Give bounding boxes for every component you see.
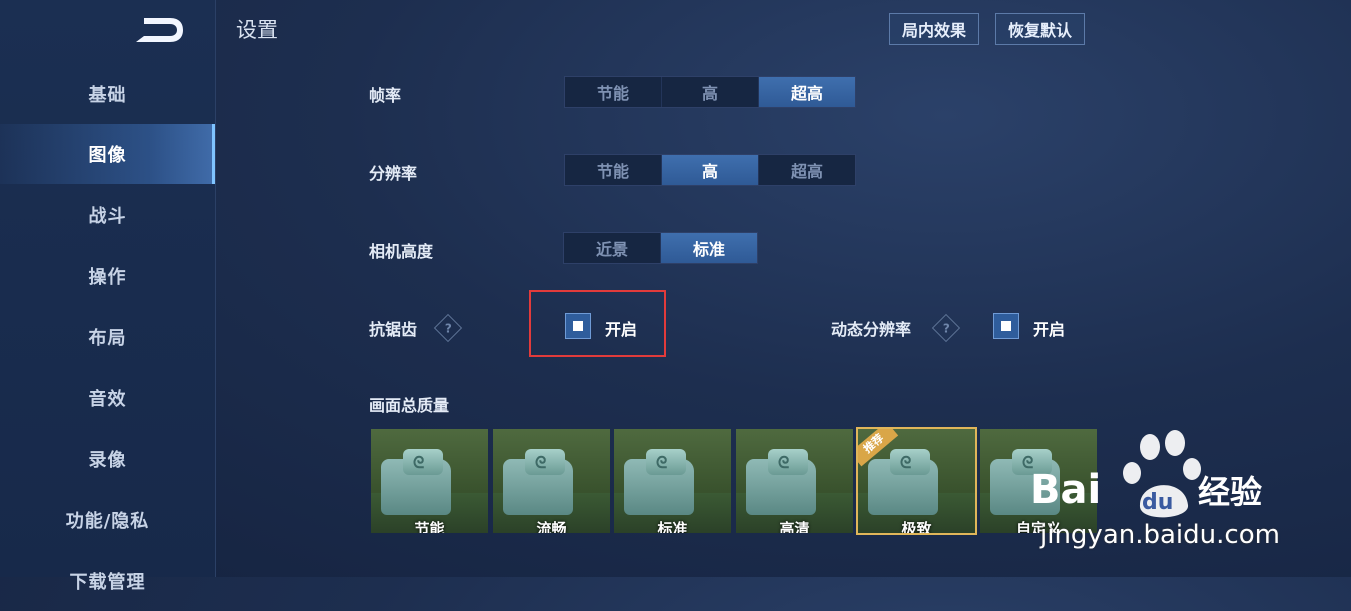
- checkmark-icon: [1001, 321, 1011, 331]
- frame-rate-option-power-saving[interactable]: 节能: [565, 77, 662, 107]
- dynamic-resolution-label: 动态分辨率: [831, 320, 912, 339]
- quality-preset-power-saving[interactable]: ᘓ 节能: [371, 429, 488, 533]
- sidebar: 基础 图像 战斗 操作 布局 音效 录像 功能/隐私 下载管理: [0, 0, 216, 593]
- resolution-option-high[interactable]: 高: [662, 155, 759, 185]
- anti-aliasing-help-icon[interactable]: ?: [433, 313, 463, 343]
- camera-height-option-standard[interactable]: 标准: [661, 233, 757, 263]
- camera-height-label: 相机高度: [369, 242, 434, 261]
- overall-quality-label: 画面总质量: [369, 396, 450, 415]
- sidebar-item-layout[interactable]: 布局: [0, 307, 215, 367]
- sidebar-item-graphics[interactable]: 图像: [0, 124, 215, 184]
- frame-rate-label: 帧率: [369, 86, 402, 105]
- sidebar-item-combat[interactable]: 战斗: [0, 185, 215, 245]
- restore-default-button[interactable]: 恢复默认: [995, 13, 1086, 45]
- frame-rate-option-ultra[interactable]: 超高: [759, 77, 855, 107]
- page-title: 设置: [236, 18, 278, 42]
- dynamic-resolution-help-icon[interactable]: ?: [931, 313, 961, 343]
- svg-text:经验: 经验: [1198, 473, 1262, 511]
- sidebar-item-download-management[interactable]: 下载管理: [0, 551, 215, 611]
- sidebar-item-sound[interactable]: 音效: [0, 368, 215, 428]
- sidebar-item-controls[interactable]: 操作: [0, 246, 215, 306]
- back-arrow-icon[interactable]: [130, 14, 186, 46]
- sidebar-item-recording[interactable]: 录像: [0, 429, 215, 489]
- sidebar-item-basic[interactable]: 基础: [0, 64, 215, 124]
- quality-preset-hd[interactable]: ᘓ 高清: [736, 429, 853, 533]
- in-game-effects-button[interactable]: 局内效果: [889, 13, 980, 45]
- watermark-url: jingyan.baidu.com: [1040, 520, 1280, 550]
- resolution-option-ultra[interactable]: 超高: [759, 155, 855, 185]
- resolution-label: 分辨率: [369, 164, 418, 183]
- quality-preset-ultimate[interactable]: ᘓ 推荐 极致: [856, 427, 977, 535]
- frame-rate-selector: 节能 高 超高: [564, 76, 856, 108]
- frame-rate-option-high[interactable]: 高: [662, 77, 759, 107]
- quality-preset-standard[interactable]: ᘓ 标准: [614, 429, 731, 533]
- resolution-selector: 节能 高 超高: [564, 154, 856, 186]
- svg-text:du: du: [1142, 490, 1173, 515]
- anti-aliasing-label: 抗锯齿: [369, 320, 418, 339]
- svg-text:Bai: Bai: [1030, 467, 1101, 513]
- dynamic-resolution-checkbox[interactable]: [993, 313, 1019, 339]
- sidebar-item-features-privacy[interactable]: 功能/隐私: [0, 490, 215, 550]
- camera-height-option-close[interactable]: 近景: [564, 233, 661, 263]
- annotation-highlight-box: [529, 290, 666, 357]
- dynamic-resolution-checkbox-label: 开启: [1033, 320, 1066, 339]
- resolution-option-power-saving[interactable]: 节能: [565, 155, 662, 185]
- quality-preset-smooth[interactable]: ᘓ 流畅: [493, 429, 610, 533]
- camera-height-selector: 近景 标准: [563, 232, 758, 264]
